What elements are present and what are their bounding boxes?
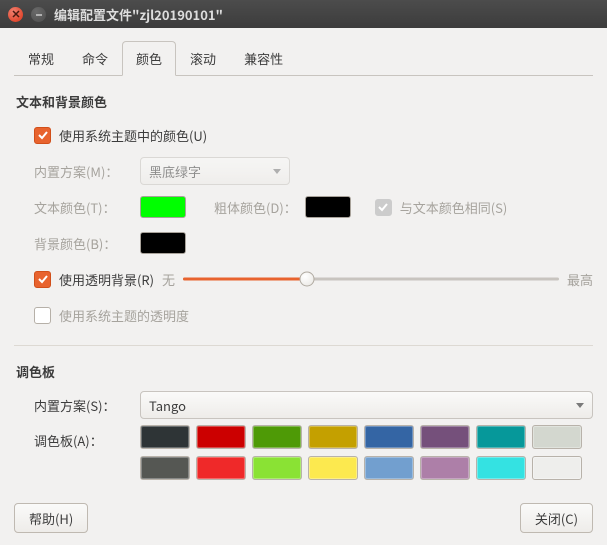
palette-color-0-6[interactable] (476, 425, 526, 449)
palette-color-1-7[interactable] (532, 456, 582, 480)
help-button[interactable]: 帮助(H) (14, 503, 88, 533)
chevron-down-icon (273, 169, 281, 174)
tab-scrolling[interactable]: 滚动 (176, 41, 230, 76)
palette-color-1-1[interactable] (196, 456, 246, 480)
same-as-text-checkbox[interactable] (375, 199, 392, 216)
minimize-icon (35, 10, 43, 18)
tab-colors[interactable]: 颜色 (122, 41, 176, 76)
slider-fill (183, 278, 307, 281)
palette-color-0-1[interactable] (196, 425, 246, 449)
close-icon (12, 10, 20, 18)
palette-builtin-value: Tango (149, 396, 186, 415)
palette-label: 调色板(A)： (34, 425, 132, 450)
section-text-bg-title: 文本和背景颜色 (16, 92, 593, 111)
same-as-text-label: 与文本颜色相同(S) (400, 198, 508, 217)
transparency-slider[interactable] (183, 270, 559, 288)
slider-min-label: 无 (162, 270, 175, 289)
chevron-down-icon (576, 403, 584, 408)
minimize-window-button[interactable] (31, 7, 46, 22)
palette-color-1-4[interactable] (364, 456, 414, 480)
palette-color-0-3[interactable] (308, 425, 358, 449)
palette-builtin-label: 内置方案(S)： (34, 396, 132, 415)
text-color-swatch[interactable] (140, 196, 186, 218)
palette-color-1-2[interactable] (252, 456, 302, 480)
palette-color-0-2[interactable] (252, 425, 302, 449)
use-system-colors-label: 使用系统主题中的颜色(U) (59, 126, 207, 145)
slider-thumb[interactable] (300, 272, 315, 287)
check-icon (377, 201, 389, 213)
use-transparent-bg-label: 使用透明背景(R) (59, 270, 154, 289)
window-title: 编辑配置文件"zjl20190101" (54, 5, 223, 24)
use-system-colors-checkbox[interactable] (34, 127, 51, 144)
palette-color-0-4[interactable] (364, 425, 414, 449)
builtin-scheme-label: 内置方案(M)： (34, 162, 132, 181)
builtin-scheme-value: 黑底绿字 (149, 162, 201, 181)
bg-color-swatch[interactable] (140, 232, 186, 254)
palette-grid (140, 425, 582, 487)
palette-color-1-6[interactable] (476, 456, 526, 480)
slider-max-label: 最高 (567, 270, 593, 289)
text-color-label: 文本颜色(T)： (34, 198, 132, 217)
use-system-transparency-checkbox[interactable] (34, 307, 51, 324)
tab-general[interactable]: 常规 (14, 41, 68, 76)
palette-color-0-0[interactable] (140, 425, 190, 449)
tab-compat[interactable]: 兼容性 (230, 41, 297, 76)
palette-builtin-combo[interactable]: Tango (140, 391, 593, 419)
bold-color-label: 粗体颜色(D)： (214, 198, 297, 217)
palette-color-1-5[interactable] (420, 456, 470, 480)
check-icon (37, 273, 49, 285)
builtin-scheme-combo[interactable]: 黑底绿字 (140, 157, 290, 185)
divider (14, 345, 593, 346)
palette-color-0-5[interactable] (420, 425, 470, 449)
use-transparent-bg-checkbox[interactable] (34, 271, 51, 288)
tabs: 常规 命令 颜色 滚动 兼容性 (14, 40, 593, 76)
bg-color-label: 背景颜色(B)： (34, 234, 132, 253)
bold-color-swatch[interactable] (305, 196, 351, 218)
use-system-transparency-label: 使用系统主题的透明度 (59, 306, 189, 325)
titlebar: 编辑配置文件"zjl20190101" (0, 0, 607, 28)
tab-command[interactable]: 命令 (68, 41, 122, 76)
check-icon (37, 129, 49, 141)
palette-color-0-7[interactable] (532, 425, 582, 449)
section-palette-title: 调色板 (16, 362, 593, 381)
close-window-button[interactable] (8, 7, 23, 22)
palette-color-1-3[interactable] (308, 456, 358, 480)
close-button[interactable]: 关闭(C) (520, 503, 593, 533)
palette-color-1-0[interactable] (140, 456, 190, 480)
